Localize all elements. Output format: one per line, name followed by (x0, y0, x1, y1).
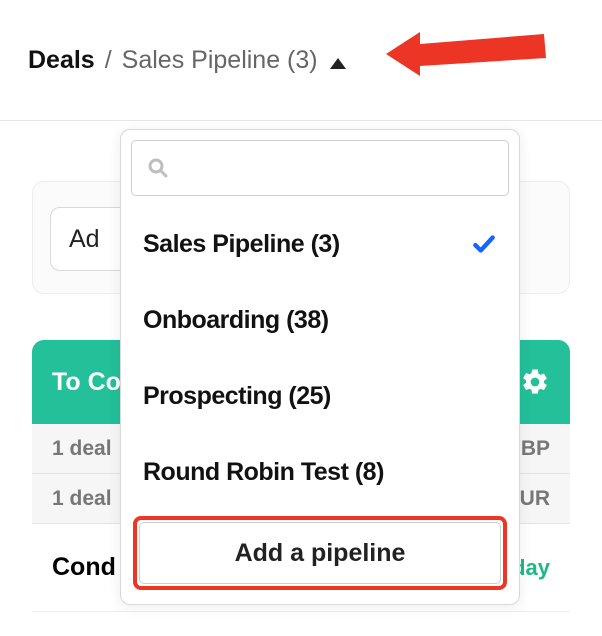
caret-up-icon[interactable] (330, 58, 346, 69)
pipeline-option-round-robin[interactable]: Round Robin Test (8) (121, 434, 519, 510)
search-input[interactable] (180, 141, 508, 195)
pipeline-option-label: Prospecting (25) (143, 382, 331, 411)
check-icon (471, 231, 497, 257)
summary-left: 1 deal (52, 437, 112, 461)
deal-title: Cond (52, 553, 116, 582)
breadcrumb-separator: / (105, 46, 112, 75)
pipeline-option-prospecting[interactable]: Prospecting (25) (121, 358, 519, 434)
summary-left: 1 deal (52, 487, 112, 511)
pipeline-option-label: Sales Pipeline (3) (143, 230, 340, 259)
search-field[interactable] (131, 140, 509, 196)
breadcrumb-current[interactable]: Sales Pipeline (3) (122, 46, 318, 75)
search-icon (146, 156, 170, 180)
pipeline-option-label: Onboarding (38) (143, 306, 329, 335)
gear-icon[interactable] (520, 367, 550, 397)
add-button-label: Ad (69, 225, 100, 254)
breadcrumb: Deals / Sales Pipeline (3) (0, 0, 602, 75)
add-pipeline-button[interactable]: Add a pipeline (139, 522, 501, 584)
pipeline-option-sales[interactable]: Sales Pipeline (3) (121, 206, 519, 282)
pipeline-dropdown: Sales Pipeline (3) Onboarding (38) Prosp… (120, 129, 520, 605)
column-title: To Co (52, 368, 121, 397)
annotation-highlight: Add a pipeline (133, 516, 507, 590)
pipeline-option-onboarding[interactable]: Onboarding (38) (121, 282, 519, 358)
breadcrumb-root[interactable]: Deals (28, 46, 95, 75)
pipeline-option-label: Round Robin Test (8) (143, 458, 384, 487)
divider (0, 120, 602, 121)
add-pipeline-label: Add a pipeline (235, 539, 406, 568)
